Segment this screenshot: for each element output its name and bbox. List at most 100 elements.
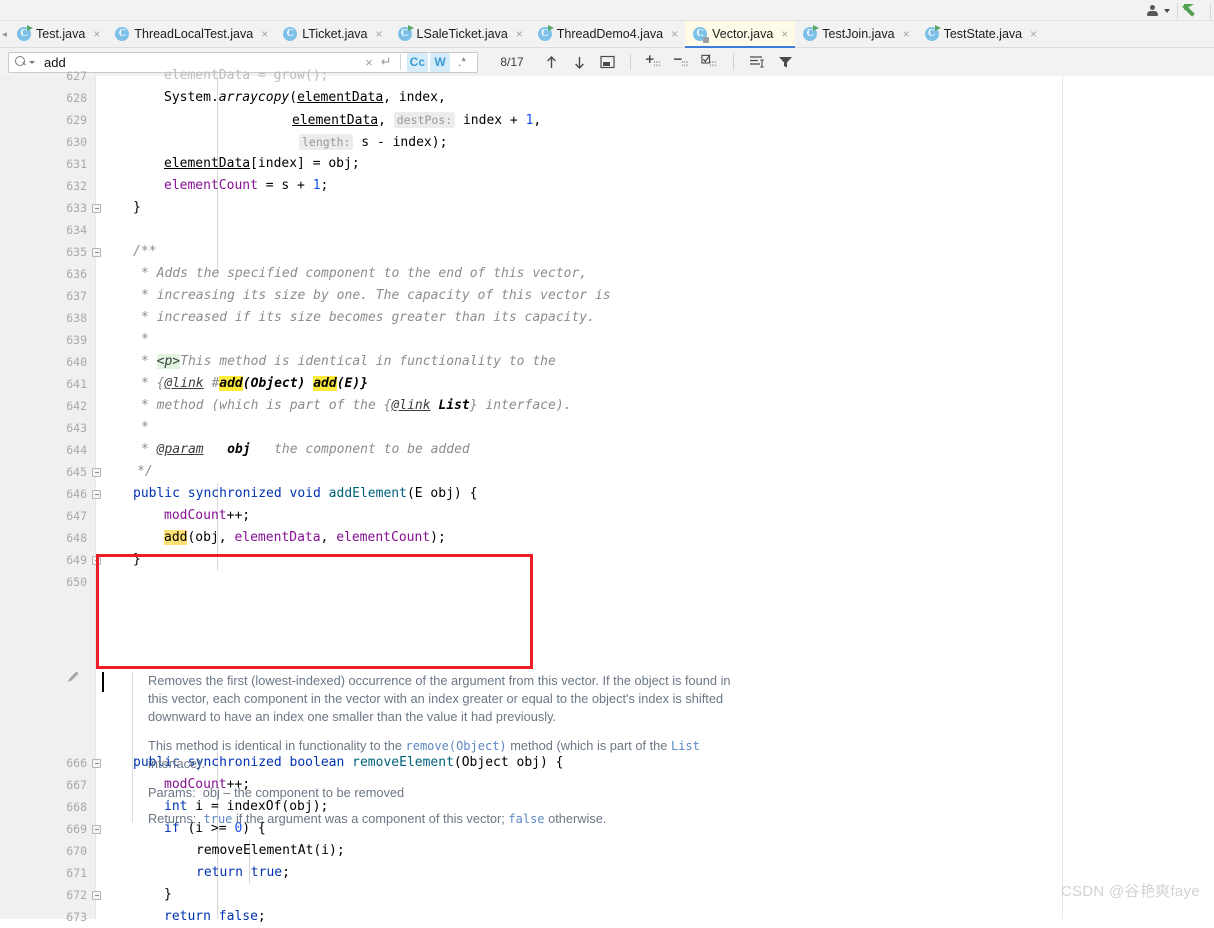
- doc-token-true: true: [204, 812, 233, 826]
- editor-tab-lticket-java[interactable]: C LTicket.java ×: [275, 21, 389, 47]
- tabs-scroll-left-icon[interactable]: ◂: [0, 21, 9, 47]
- line-number: 667: [5, 774, 95, 796]
- user-account-button[interactable]: [1143, 5, 1174, 17]
- line-number: 649: [5, 549, 95, 571]
- editor-tab-teststate-java[interactable]: C TestState.java ×: [917, 21, 1045, 47]
- find-previous-icon[interactable]: [542, 53, 560, 71]
- exclude-occurrence-icon[interactable]: [673, 53, 691, 71]
- close-icon[interactable]: ×: [903, 28, 910, 40]
- editor-tab-testjoin-java[interactable]: C TestJoin.java ×: [795, 21, 916, 47]
- edit-gutter-pencil-icon[interactable]: [66, 670, 80, 689]
- code-token: ;: [258, 909, 266, 924]
- code-token: modCount: [164, 508, 227, 523]
- parameter-hint: destPos:: [394, 112, 455, 128]
- line-number: 634: [5, 219, 95, 241]
- doc-code-ref[interactable]: remove(Object): [406, 739, 507, 753]
- line-number: 635: [5, 241, 95, 263]
- close-icon[interactable]: ×: [671, 28, 678, 40]
- code-line-643: *: [141, 417, 149, 439]
- line-number: 647: [5, 505, 95, 527]
- clear-search-icon[interactable]: ×: [361, 55, 377, 70]
- editor-tab-lsaleticket-java[interactable]: C LSaleTicket.java ×: [390, 21, 530, 47]
- code-token: *: [141, 354, 157, 369]
- tab-label: TestState.java: [944, 27, 1023, 41]
- code-line-639: *: [141, 329, 149, 351]
- doc-code-ref[interactable]: List: [671, 739, 700, 753]
- whole-words-toggle[interactable]: W: [430, 53, 450, 72]
- match-case-toggle[interactable]: Cc: [407, 53, 428, 72]
- editor-tab-threaddemo4-java[interactable]: C ThreadDemo4.java ×: [530, 21, 685, 47]
- code-token: System.: [164, 90, 219, 105]
- doc-token: method (which is part of the: [507, 738, 671, 753]
- line-number: 666: [5, 752, 95, 774]
- doc-token: This method is identical in functionalit…: [148, 738, 406, 753]
- multiline-search-icon[interactable]: ↵: [379, 55, 394, 70]
- select-all-occurrences-icon[interactable]: [598, 53, 616, 71]
- code-token: * {: [141, 376, 164, 391]
- code-line-637: * increasing its size by one. The capaci…: [141, 285, 611, 307]
- line-number: 648: [5, 527, 95, 549]
- java-class-icon: C: [115, 27, 129, 41]
- filter-icon[interactable]: [776, 53, 794, 71]
- code-token: return false: [164, 909, 258, 924]
- code-token: elementCount: [336, 530, 430, 545]
- code-token: the component to be added: [251, 442, 470, 457]
- code-token: * method (which is part of the {: [141, 398, 391, 413]
- doc-description: Removes the first (lowest-indexed) occur…: [133, 672, 733, 726]
- code-token: elementData: [292, 113, 378, 128]
- close-icon[interactable]: ×: [516, 28, 523, 40]
- editor-tab-threadlocaltest-java[interactable]: C ThreadLocalTest.java ×: [107, 21, 275, 47]
- code-line-640: * <p>This method is identical in functio…: [141, 351, 556, 373]
- find-navigation-icons: [542, 53, 794, 71]
- tab-label: Vector.java: [712, 27, 773, 41]
- line-number: 671: [5, 862, 95, 884]
- code-token: elementData: [297, 90, 383, 105]
- code-line-627: elementData = grow();: [164, 65, 328, 87]
- doc-left-border: [132, 672, 133, 822]
- divider: [733, 54, 734, 70]
- line-number: 640: [5, 351, 95, 373]
- code-token: (: [289, 90, 297, 105]
- tab-label: LSaleTicket.java: [417, 27, 508, 41]
- code-token: ;: [321, 178, 329, 193]
- doc-token: otherwise.: [545, 811, 607, 826]
- code-line-628: System.arraycopy(elementData, index,: [164, 87, 446, 109]
- code-token: arraycopy: [219, 90, 289, 105]
- code-line-642: * method (which is part of the {@link Li…: [141, 395, 571, 417]
- close-icon[interactable]: ×: [1030, 28, 1037, 40]
- search-match-highlight: add: [313, 376, 336, 391]
- code-line-641: * {@link #add(Object) add(E)}: [141, 373, 368, 395]
- regex-toggle[interactable]: .*: [452, 53, 472, 72]
- code-token: ++;: [227, 508, 250, 523]
- line-number: 644: [5, 439, 95, 461]
- chevron-down-icon[interactable]: [29, 61, 35, 64]
- open-in-find-window-icon[interactable]: [748, 53, 766, 71]
- code-line-673: return false;: [164, 906, 266, 928]
- editor-tab-test-java[interactable]: C Test.java ×: [9, 21, 107, 47]
- code-token: , index,: [383, 90, 446, 105]
- right-margin-guide: [1062, 76, 1063, 919]
- javadoc-link-token[interactable]: @link: [391, 398, 430, 413]
- code-line-630: length: s - index);: [299, 131, 447, 153]
- divider: [400, 54, 401, 70]
- close-icon[interactable]: ×: [93, 28, 100, 40]
- code-line-635: /**: [133, 241, 156, 263]
- close-icon[interactable]: ×: [781, 28, 788, 40]
- close-icon[interactable]: ×: [376, 28, 383, 40]
- doc-params-label: Params:: [148, 785, 196, 800]
- code-token: ;: [282, 865, 290, 880]
- code-line-672: }: [164, 884, 172, 906]
- code-token: index +: [463, 113, 526, 128]
- toggle-occurrence-icon[interactable]: [701, 53, 719, 71]
- close-icon[interactable]: ×: [261, 28, 268, 40]
- add-occurrence-icon[interactable]: [645, 53, 663, 71]
- back-arrow-button[interactable]: [1181, 3, 1207, 19]
- find-next-icon[interactable]: [570, 53, 588, 71]
- code-editor[interactable]: 627 628 629 630 631 632 633 634 635 636 …: [0, 76, 1214, 919]
- chevron-down-icon: [1164, 9, 1170, 13]
- editor-tab-vector-java[interactable]: C Vector.java ×: [685, 21, 795, 47]
- html-tag-token: <p>: [157, 354, 180, 369]
- javadoc-link-token[interactable]: @link: [164, 376, 203, 391]
- parameter-hint: length:: [299, 134, 353, 150]
- doc-params: Params: obj – the component to be remove…: [133, 784, 733, 802]
